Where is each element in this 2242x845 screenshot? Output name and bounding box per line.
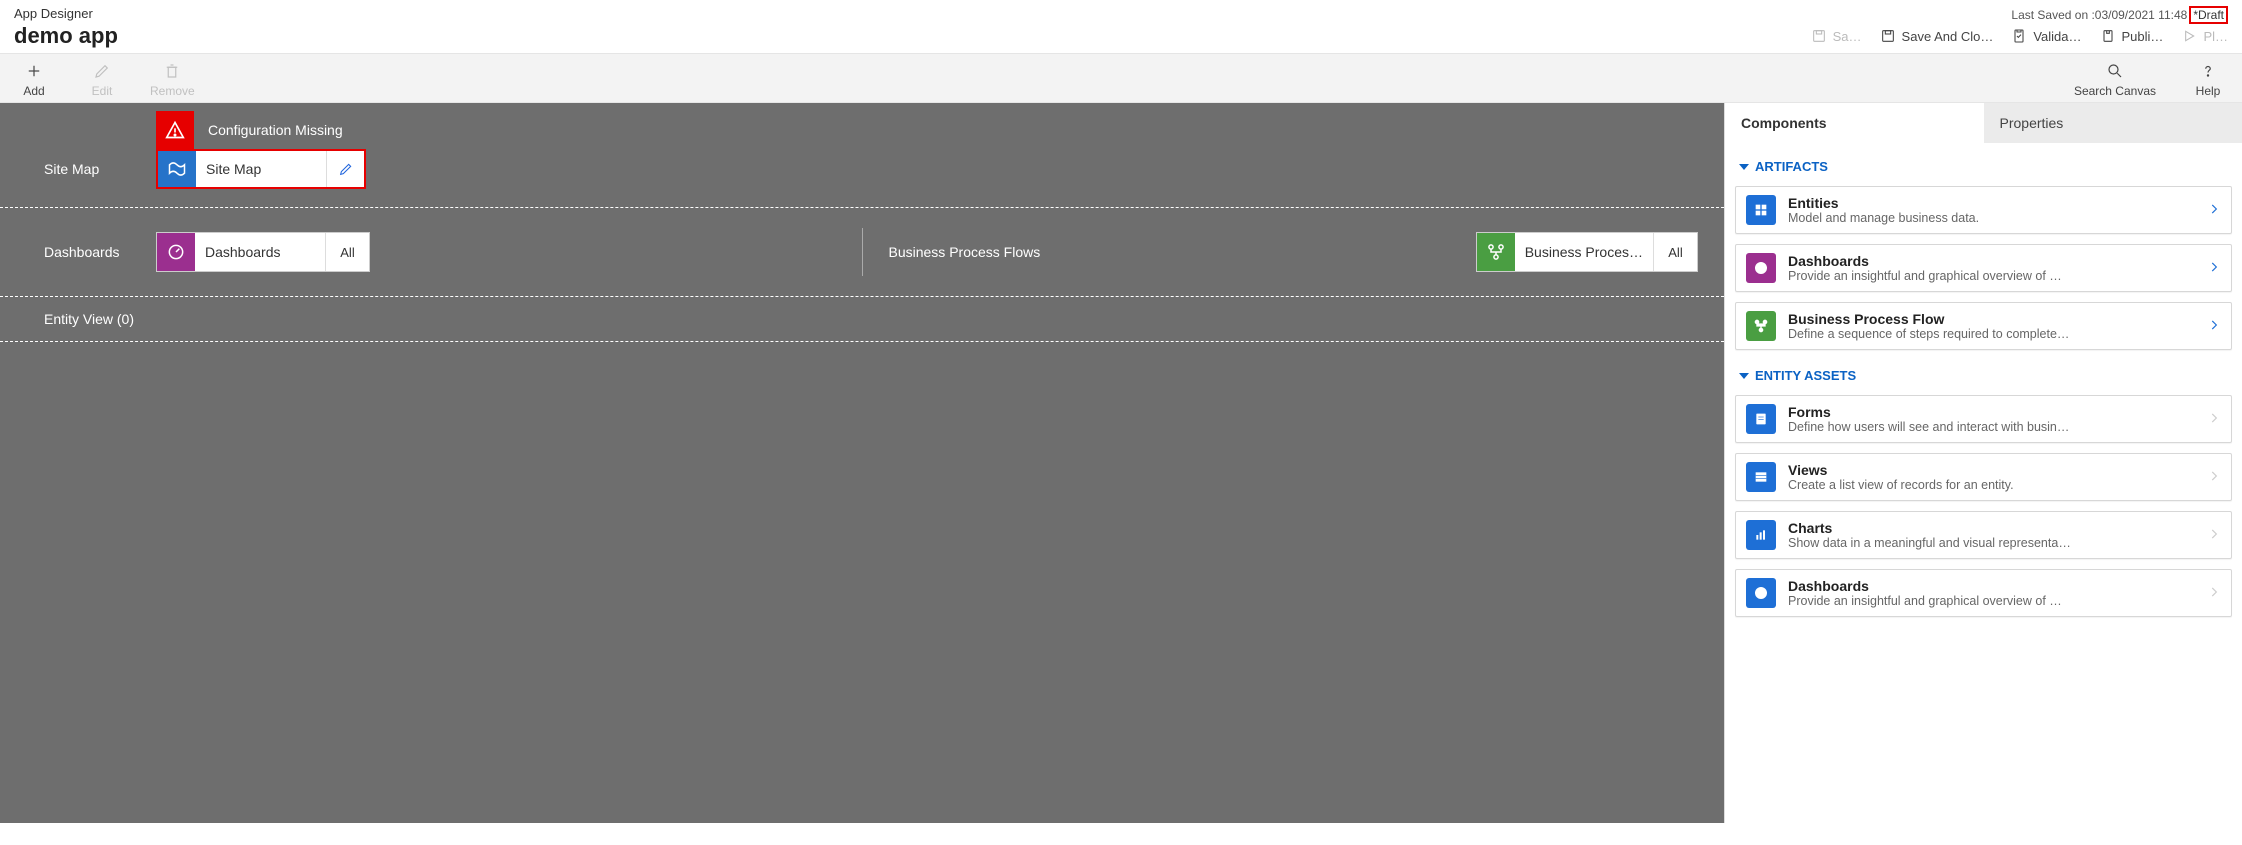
toolbar: Add Edit Remove Search Canvas Help xyxy=(0,53,2242,103)
sitemap-edit-button[interactable] xyxy=(326,151,364,187)
chevron-right-icon xyxy=(2207,260,2221,274)
caret-down-icon xyxy=(1739,371,1749,381)
app-designer-label: App Designer xyxy=(14,6,118,21)
card-entities[interactable]: Entities Model and manage business data. xyxy=(1735,186,2232,234)
publish-button[interactable]: Publi… xyxy=(2100,28,2164,44)
card-desc: Define a sequence of steps required to c… xyxy=(1788,327,2195,341)
chevron-right-icon xyxy=(2207,469,2221,483)
flow-icon xyxy=(1477,233,1515,271)
card-desc: Provide an insightful and graphical over… xyxy=(1788,594,2195,608)
validate-icon xyxy=(2011,28,2027,44)
chevron-right-icon xyxy=(2207,318,2221,332)
card-title: Entities xyxy=(1788,195,2195,211)
save-button[interactable]: Sa… xyxy=(1811,28,1862,44)
search-icon xyxy=(2106,62,2124,80)
save-close-icon xyxy=(1880,28,1896,44)
gauge-icon xyxy=(1746,578,1776,608)
card-desc: Show data in a meaningful and visual rep… xyxy=(1788,536,2195,550)
dashboards-count: All xyxy=(325,233,369,271)
card-title: Charts xyxy=(1788,520,2195,536)
search-canvas-button[interactable]: Search Canvas xyxy=(2074,62,2156,98)
sitemap-tile[interactable]: Site Map xyxy=(156,149,366,189)
chevron-right-icon xyxy=(2207,202,2221,216)
plus-icon xyxy=(25,62,43,80)
flow-icon xyxy=(1746,311,1776,341)
play-button[interactable]: Pl… xyxy=(2181,28,2228,44)
card-desc: Provide an insightful and graphical over… xyxy=(1788,269,2195,283)
card-views[interactable]: Views Create a list view of records for … xyxy=(1735,453,2232,501)
card-desc: Define how users will see and interact w… xyxy=(1788,420,2195,434)
sitemap-tile-label: Site Map xyxy=(196,151,326,187)
help-button[interactable]: Help xyxy=(2188,62,2228,98)
form-icon xyxy=(1746,404,1776,434)
publish-icon xyxy=(2100,28,2116,44)
canvas: Configuration Missing Site Map Site Map xyxy=(0,103,1724,823)
card-title: Dashboards xyxy=(1788,253,2195,269)
card-desc: Create a list view of records for an ent… xyxy=(1788,478,2195,492)
tab-components[interactable]: Components xyxy=(1725,103,1984,143)
warning-icon xyxy=(156,111,194,149)
chevron-right-icon xyxy=(2207,411,2221,425)
last-saved-text: Last Saved on :03/09/2021 11:48 xyxy=(2011,8,2187,22)
pencil-icon xyxy=(93,62,111,80)
tab-properties[interactable]: Properties xyxy=(1984,103,2242,143)
save-and-close-button[interactable]: Save And Clo… xyxy=(1880,28,1994,44)
sitemap-icon xyxy=(158,151,196,187)
chart-icon xyxy=(1746,520,1776,550)
card-dashboards[interactable]: Dashboards Provide an insightful and gra… xyxy=(1735,244,2232,292)
gauge-icon xyxy=(157,233,195,271)
bpf-tile[interactable]: Business Proces… All xyxy=(1476,232,1698,272)
card-title: Forms xyxy=(1788,404,2195,420)
card-bpf[interactable]: Business Process Flow Define a sequence … xyxy=(1735,302,2232,350)
table-icon xyxy=(1746,462,1776,492)
card-charts[interactable]: Charts Show data in a meaningful and vis… xyxy=(1735,511,2232,559)
side-panel: Components Properties ARTIFACTS Entities… xyxy=(1724,103,2242,823)
card-title: Business Process Flow xyxy=(1788,311,2195,327)
sitemap-row-label: Site Map xyxy=(26,161,156,177)
chevron-right-icon xyxy=(2207,585,2221,599)
header-bar: App Designer demo app Last Saved on :03/… xyxy=(0,0,2242,53)
edit-button: Edit xyxy=(82,62,122,98)
last-saved-line: Last Saved on :03/09/2021 11:48 *Draft xyxy=(1811,6,2228,24)
section-artifacts[interactable]: ARTIFACTS xyxy=(1735,151,2232,182)
add-button[interactable]: Add xyxy=(14,62,54,98)
help-icon xyxy=(2199,62,2217,80)
gauge-icon xyxy=(1746,253,1776,283)
draft-badge: *Draft xyxy=(2189,6,2228,24)
config-missing-label: Configuration Missing xyxy=(208,122,343,138)
caret-down-icon xyxy=(1739,162,1749,172)
dashboards-tile-label: Dashboards xyxy=(195,233,325,271)
vertical-divider xyxy=(862,228,863,276)
trash-icon xyxy=(163,62,181,80)
section-entity-assets[interactable]: ENTITY ASSETS xyxy=(1735,360,2232,391)
app-name: demo app xyxy=(14,23,118,49)
card-dashboards-asset[interactable]: Dashboards Provide an insightful and gra… xyxy=(1735,569,2232,617)
card-title: Dashboards xyxy=(1788,578,2195,594)
card-forms[interactable]: Forms Define how users will see and inte… xyxy=(1735,395,2232,443)
entities-icon xyxy=(1746,195,1776,225)
dashboards-row-label: Dashboards xyxy=(26,244,156,260)
bpf-count: All xyxy=(1653,233,1697,271)
play-icon xyxy=(2181,28,2197,44)
entity-view-label: Entity View (0) xyxy=(0,297,1724,341)
validate-button[interactable]: Valida… xyxy=(2011,28,2081,44)
remove-button: Remove xyxy=(150,62,195,98)
card-desc: Model and manage business data. xyxy=(1788,211,2195,225)
chevron-right-icon xyxy=(2207,527,2221,541)
card-title: Views xyxy=(1788,462,2195,478)
bpf-row-label: Business Process Flows xyxy=(889,244,1041,260)
bpf-tile-label: Business Proces… xyxy=(1515,233,1653,271)
save-icon xyxy=(1811,28,1827,44)
dashboards-tile[interactable]: Dashboards All xyxy=(156,232,370,272)
